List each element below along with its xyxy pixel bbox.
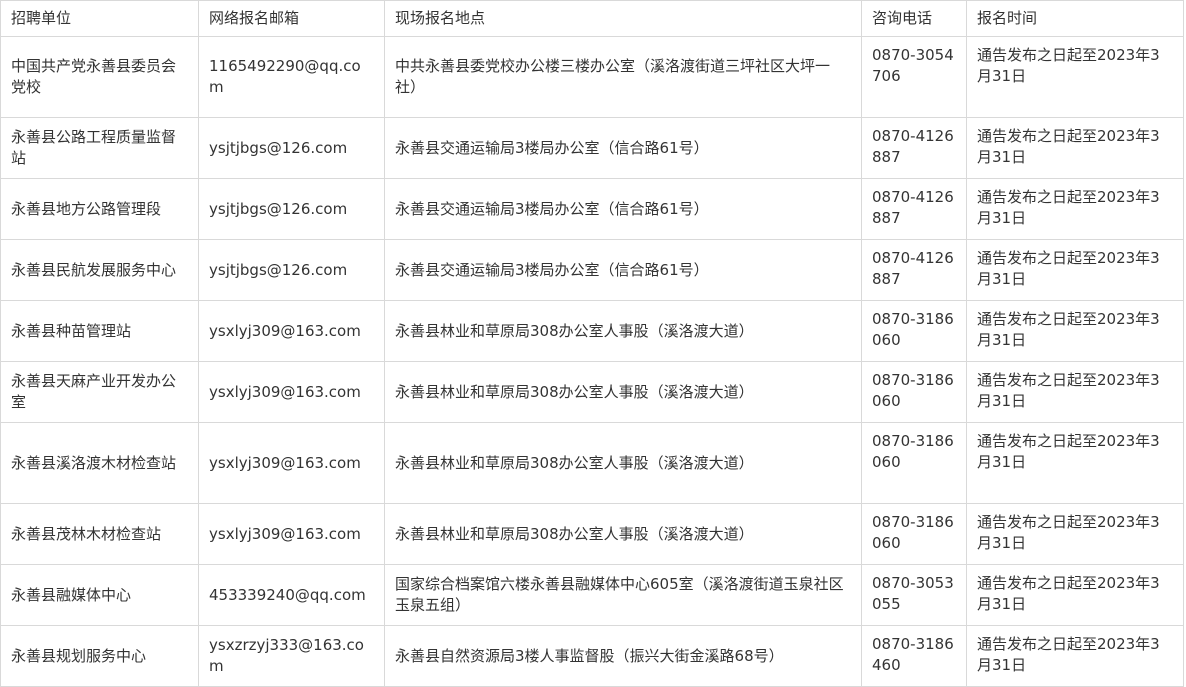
cell-email: ysjtjbgs@126.com	[198, 117, 385, 179]
cell-phone: 0870-3054706	[861, 36, 967, 118]
table-row: 永善县民航发展服务中心 ysjtjbgs@126.com 永善县交通运输局3楼局…	[0, 239, 1184, 301]
cell-unit: 永善县地方公路管理段	[0, 178, 199, 240]
table-row: 永善县种苗管理站 ysxlyj309@163.com 永善县林业和草原局308办…	[0, 300, 1184, 362]
table-row: 永善县地方公路管理段 ysjtjbgs@126.com 永善县交通运输局3楼局办…	[0, 178, 1184, 240]
cell-time: 通告发布之日起至2023年3月31日	[966, 564, 1184, 626]
cell-location: 永善县林业和草原局308办公室人事股（溪洛渡大道）	[384, 361, 862, 423]
cell-location: 永善县林业和草原局308办公室人事股（溪洛渡大道）	[384, 300, 862, 362]
header-time: 报名时间	[966, 0, 1184, 37]
cell-unit: 中国共产党永善县委员会党校	[0, 36, 199, 118]
cell-time: 通告发布之日起至2023年3月31日	[966, 422, 1184, 504]
table-row: 永善县公路工程质量监督站 ysjtjbgs@126.com 永善县交通运输局3楼…	[0, 117, 1184, 179]
cell-email: ysxlyj309@163.com	[198, 503, 385, 565]
table-row: 永善县茂林木材检查站 ysxlyj309@163.com 永善县林业和草原局30…	[0, 503, 1184, 565]
cell-location: 永善县交通运输局3楼局办公室（信合路61号）	[384, 239, 862, 301]
cell-time: 通告发布之日起至2023年3月31日	[966, 503, 1184, 565]
cell-location: 国家综合档案馆六楼永善县融媒体中心605室（溪洛渡街道玉泉社区玉泉五组）	[384, 564, 862, 626]
cell-location: 永善县林业和草原局308办公室人事股（溪洛渡大道）	[384, 503, 862, 565]
cell-phone: 0870-3053055	[861, 564, 967, 626]
cell-location: 永善县自然资源局3楼人事监督股（振兴大街金溪路68号）	[384, 625, 862, 687]
cell-unit: 永善县公路工程质量监督站	[0, 117, 199, 179]
cell-time: 通告发布之日起至2023年3月31日	[966, 36, 1184, 118]
cell-phone: 0870-3186060	[861, 503, 967, 565]
recruitment-registration-table: 招聘单位 网络报名邮箱 现场报名地点 咨询电话 报名时间 中国共产党永善县委员会…	[0, 0, 1184, 687]
cell-time: 通告发布之日起至2023年3月31日	[966, 178, 1184, 240]
cell-time: 通告发布之日起至2023年3月31日	[966, 239, 1184, 301]
header-row: 招聘单位 网络报名邮箱 现场报名地点 咨询电话 报名时间	[0, 0, 1184, 37]
cell-location: 永善县交通运输局3楼局办公室（信合路61号）	[384, 117, 862, 179]
cell-phone: 0870-3186460	[861, 625, 967, 687]
table-row: 永善县天麻产业开发办公室 ysxlyj309@163.com 永善县林业和草原局…	[0, 361, 1184, 423]
cell-phone: 0870-4126887	[861, 178, 967, 240]
cell-unit: 永善县溪洛渡木材检查站	[0, 422, 199, 504]
table-row: 中国共产党永善县委员会党校 1165492290@qq.com 中共永善县委党校…	[0, 36, 1184, 118]
cell-phone: 0870-3186060	[861, 422, 967, 504]
header-phone: 咨询电话	[861, 0, 967, 37]
cell-phone: 0870-3186060	[861, 300, 967, 362]
cell-location: 永善县交通运输局3楼局办公室（信合路61号）	[384, 178, 862, 240]
cell-email: ysxlyj309@163.com	[198, 422, 385, 504]
cell-unit: 永善县种苗管理站	[0, 300, 199, 362]
cell-phone: 0870-3186060	[861, 361, 967, 423]
cell-time: 通告发布之日起至2023年3月31日	[966, 361, 1184, 423]
cell-unit: 永善县茂林木材检查站	[0, 503, 199, 565]
cell-location: 永善县林业和草原局308办公室人事股（溪洛渡大道）	[384, 422, 862, 504]
cell-location: 中共永善县委党校办公楼三楼办公室（溪洛渡街道三坪社区大坪一社）	[384, 36, 862, 118]
cell-time: 通告发布之日起至2023年3月31日	[966, 117, 1184, 179]
header-location: 现场报名地点	[384, 0, 862, 37]
cell-email: ysxlyj309@163.com	[198, 361, 385, 423]
cell-email: 1165492290@qq.com	[198, 36, 385, 118]
header-email: 网络报名邮箱	[198, 0, 385, 37]
table-row: 永善县规划服务中心 ysxzrzyj333@163.com 永善县自然资源局3楼…	[0, 625, 1184, 687]
cell-email: 453339240@qq.com	[198, 564, 385, 626]
cell-email: ysxlyj309@163.com	[198, 300, 385, 362]
cell-time: 通告发布之日起至2023年3月31日	[966, 300, 1184, 362]
cell-phone: 0870-4126887	[861, 239, 967, 301]
table-header: 招聘单位 网络报名邮箱 现场报名地点 咨询电话 报名时间	[0, 0, 1184, 37]
cell-unit: 永善县融媒体中心	[0, 564, 199, 626]
header-unit: 招聘单位	[0, 0, 199, 37]
table-row: 永善县融媒体中心 453339240@qq.com 国家综合档案馆六楼永善县融媒…	[0, 564, 1184, 626]
cell-unit: 永善县民航发展服务中心	[0, 239, 199, 301]
cell-email: ysxzrzyj333@163.com	[198, 625, 385, 687]
cell-email: ysjtjbgs@126.com	[198, 178, 385, 240]
table-body: 中国共产党永善县委员会党校 1165492290@qq.com 中共永善县委党校…	[0, 36, 1184, 687]
cell-unit: 永善县天麻产业开发办公室	[0, 361, 199, 423]
cell-email: ysjtjbgs@126.com	[198, 239, 385, 301]
cell-unit: 永善县规划服务中心	[0, 625, 199, 687]
cell-phone: 0870-4126887	[861, 117, 967, 179]
cell-time: 通告发布之日起至2023年3月31日	[966, 625, 1184, 687]
table-row: 永善县溪洛渡木材检查站 ysxlyj309@163.com 永善县林业和草原局3…	[0, 422, 1184, 504]
